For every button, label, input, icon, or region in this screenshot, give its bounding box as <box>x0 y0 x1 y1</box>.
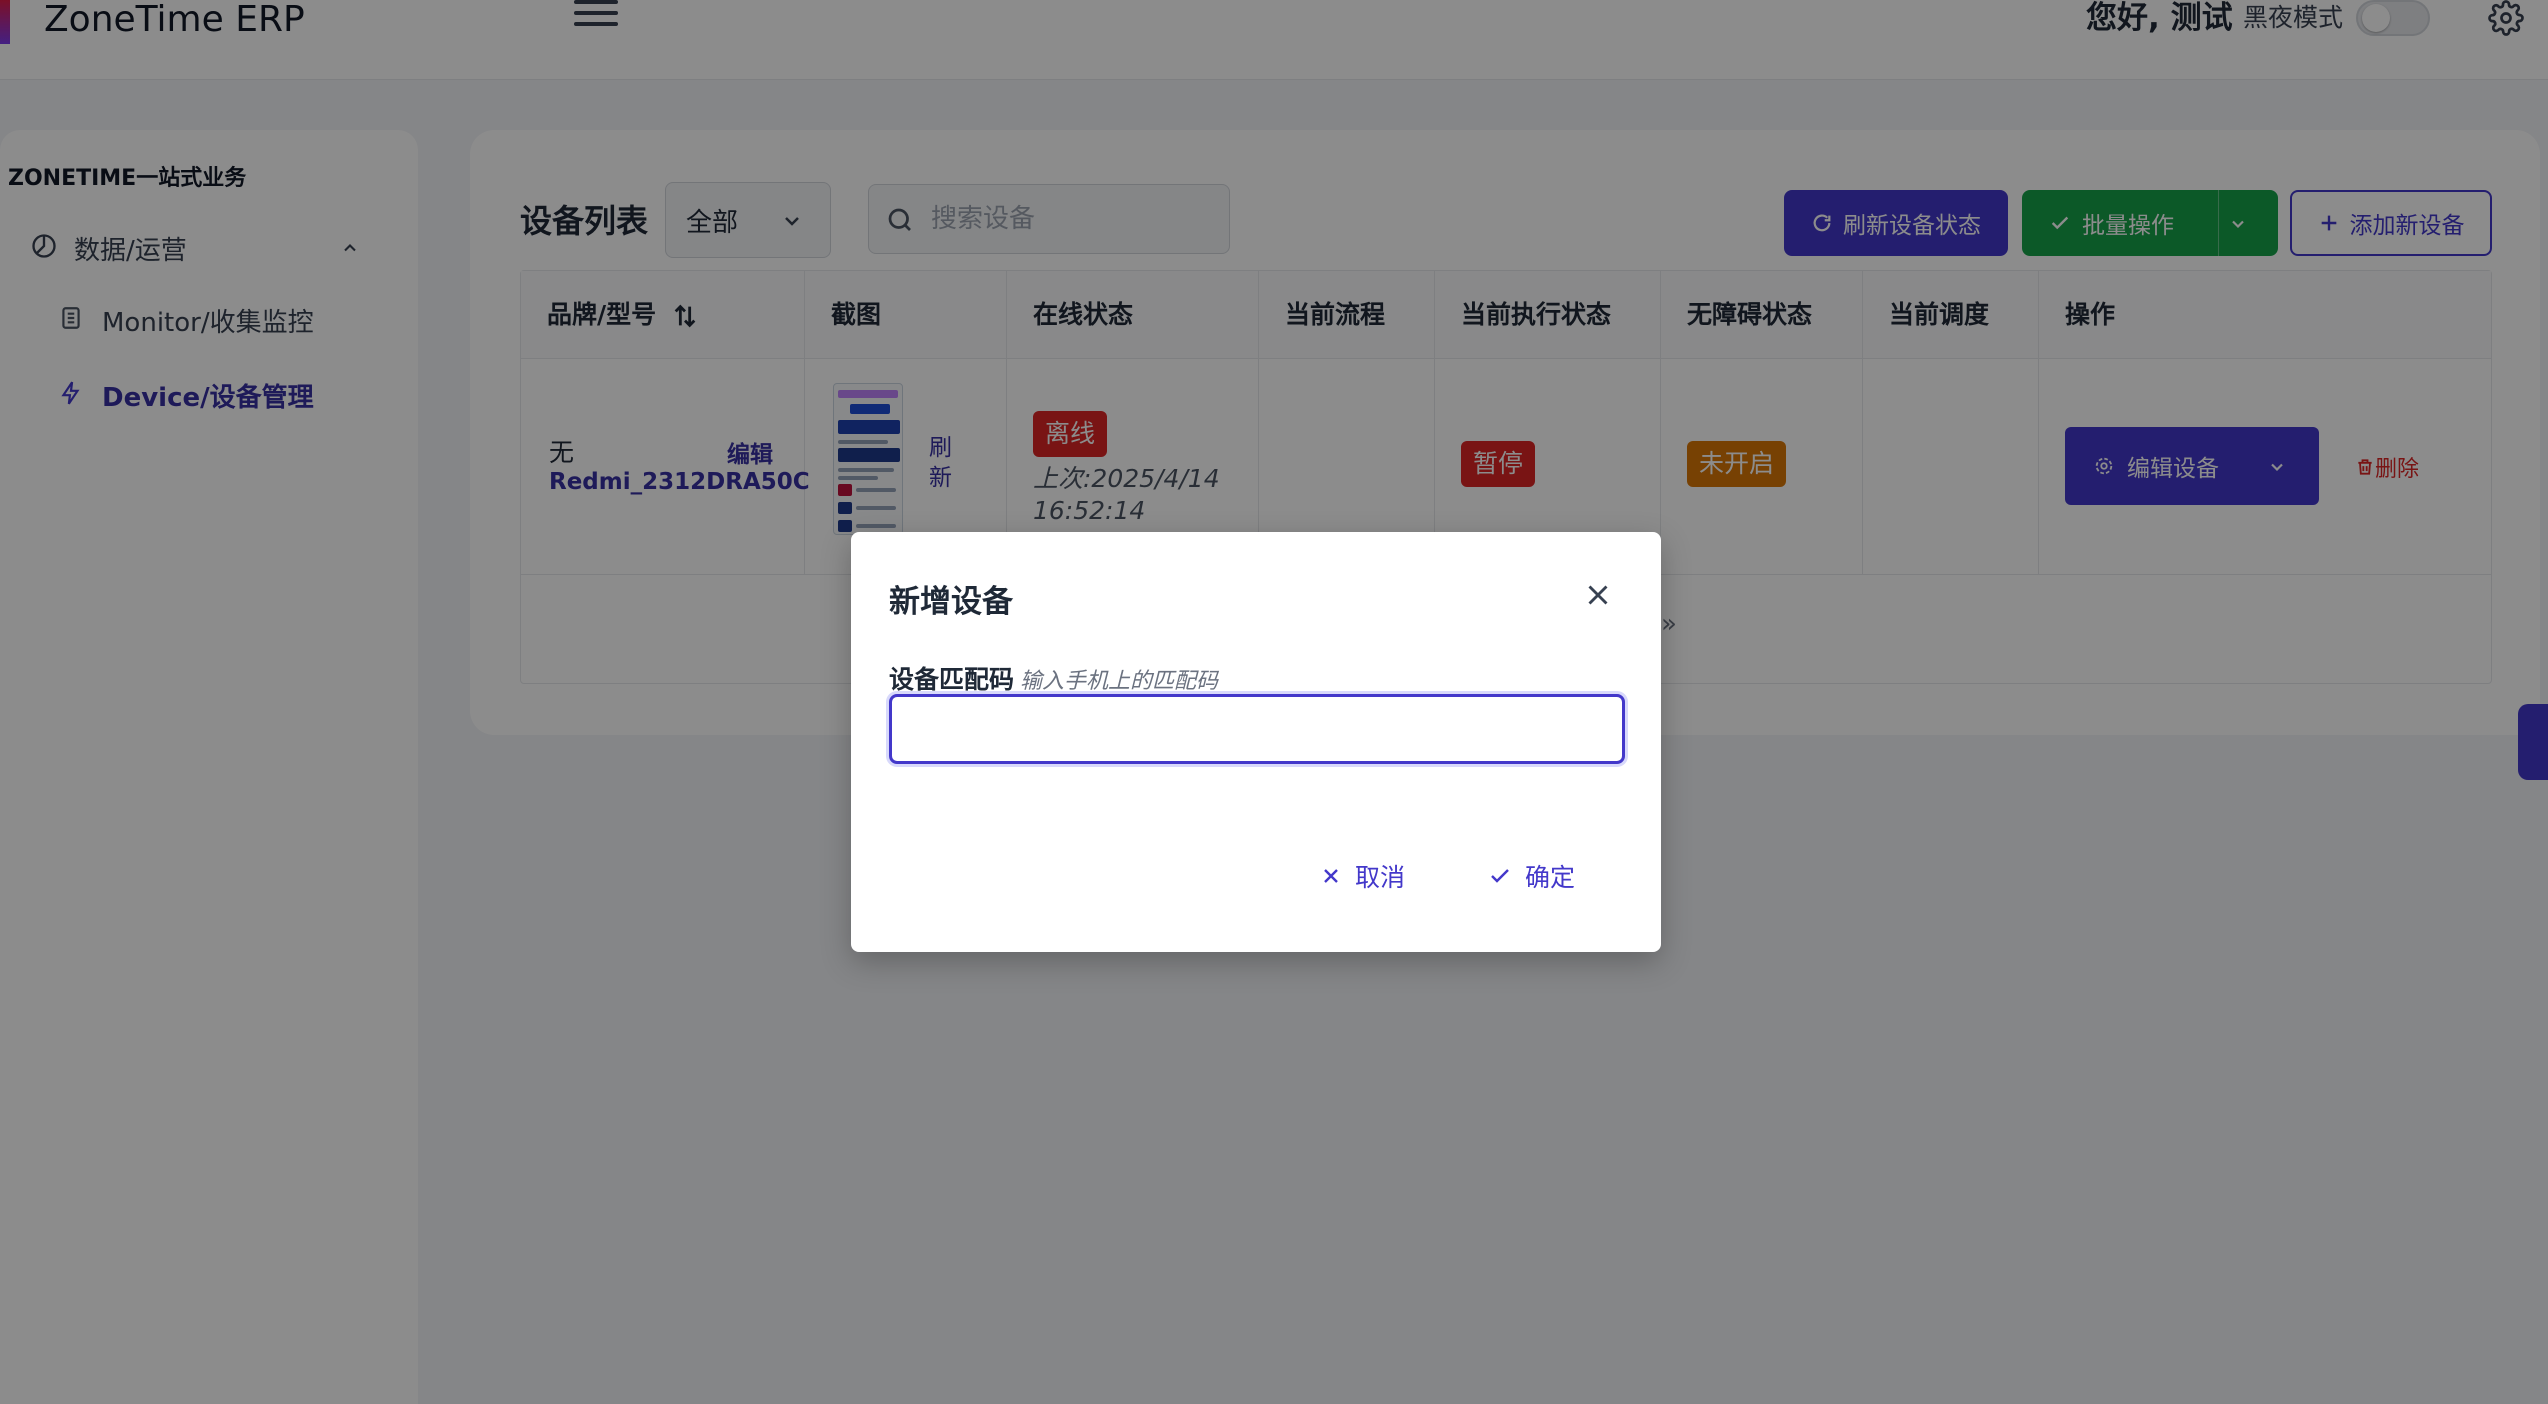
cancel-label: 取消 <box>1355 863 1406 892</box>
add-device-modal: 新增设备 设备匹配码 输入手机上的匹配码 取消 确定 <box>851 532 1661 952</box>
match-code-label: 设备匹配码 输入手机上的匹配码 <box>889 660 1218 696</box>
field-label-text: 设备匹配码 <box>889 665 1015 694</box>
confirm-button[interactable]: 确定 <box>1487 854 1575 898</box>
field-hint: 输入手机上的匹配码 <box>1020 669 1219 694</box>
match-code-input[interactable] <box>889 694 1625 764</box>
close-icon <box>1324 869 1338 883</box>
confirm-label: 确定 <box>1525 863 1576 892</box>
modal-title: 新增设备 <box>889 584 1013 620</box>
cancel-button[interactable]: 取消 <box>1319 854 1405 898</box>
check-icon <box>1491 869 1509 883</box>
close-icon[interactable] <box>1581 578 1615 612</box>
